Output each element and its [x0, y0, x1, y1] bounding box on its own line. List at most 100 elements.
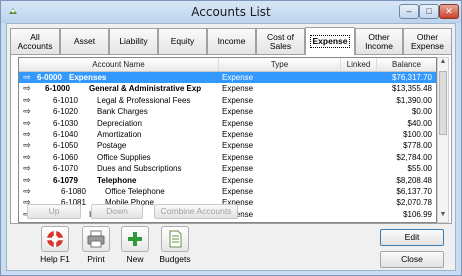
account-type: Expense	[222, 84, 254, 94]
tab-other-income[interactable]: Other Income	[355, 28, 403, 54]
down-button[interactable]: Down	[91, 204, 143, 219]
tab-asset[interactable]: Asset	[60, 28, 109, 54]
account-number: 6-1080	[61, 187, 86, 196]
account-balance: $6,137.70	[396, 187, 432, 196]
list-item[interactable]: ⇨ 6-1040 Amortization Expense $100.00	[19, 129, 436, 140]
account-balance: $778.00	[403, 141, 432, 151]
zoom-arrow-icon[interactable]: ⇨	[22, 95, 32, 106]
zoom-arrow-icon[interactable]: ⇨	[22, 186, 32, 197]
account-label: Postage	[97, 141, 127, 151]
zoom-arrow-icon[interactable]: ⇨	[22, 83, 32, 94]
account-balance: $100.00	[403, 130, 432, 139]
tab-equity[interactable]: Equity	[158, 28, 207, 54]
tab-liability[interactable]: Liability	[109, 28, 158, 54]
account-name: 6-1040 Amortization	[53, 129, 141, 140]
account-label: Telephone	[97, 175, 137, 185]
list-item[interactable]: ⇨ 6-1080 Office Telephone Expense $6,137.70	[19, 186, 436, 197]
list-item[interactable]: ⇨ 6-1010 Legal & Professional Fees Expense $…	[19, 95, 436, 106]
account-type: Expense	[222, 141, 254, 151]
edit-button[interactable]: Edit	[380, 229, 444, 246]
print-button[interactable]	[82, 226, 110, 252]
budgets-label: Budgets	[159, 254, 191, 264]
account-type: Expense	[222, 187, 254, 196]
account-balance: $8,208.48	[396, 175, 432, 185]
up-button[interactable]: Up	[27, 204, 81, 219]
column-balance[interactable]: Balance	[377, 58, 436, 71]
list-item[interactable]: ⇨ 6-1000 General & Administrative Exp Expen…	[19, 83, 436, 94]
budgets-button[interactable]	[161, 226, 189, 252]
account-type: Expense	[222, 107, 254, 117]
list-item[interactable]: ⇨ 6-1070 Dues and Subscriptions Expense $55.…	[19, 163, 436, 174]
accounts-list[interactable]: Account Name Type Linked Balance ⇨ 6-0000…	[18, 57, 437, 223]
account-number: 6-1060	[53, 152, 78, 162]
zoom-arrow-icon[interactable]: ⇨	[22, 175, 32, 186]
zoom-arrow-icon[interactable]: ⇨	[22, 129, 32, 140]
account-balance: $13,355.48	[391, 84, 432, 94]
help-button[interactable]	[41, 226, 69, 252]
account-label: Legal & Professional Fees	[97, 95, 191, 105]
account-type: Expense	[222, 175, 254, 185]
tab-cost-of-sales[interactable]: Cost of Sales	[256, 28, 305, 54]
list-item[interactable]: ⇨ 6-1079 Telephone Expense $8,208.48	[19, 175, 436, 186]
list-header: Account Name Type Linked Balance	[19, 58, 436, 72]
vertical-scrollbar[interactable]: ▲ ▼	[437, 57, 449, 223]
account-balance: $40.00	[407, 118, 432, 128]
tab-income[interactable]: Income	[207, 28, 256, 54]
account-number: 6-1070	[53, 164, 78, 174]
zoom-arrow-icon[interactable]: ⇨	[22, 118, 32, 129]
zoom-arrow-icon[interactable]: ⇨	[22, 152, 32, 163]
account-balance: $2,784.00	[396, 152, 432, 162]
zoom-arrow-icon[interactable]: ⇨	[22, 72, 32, 83]
account-balance: $106.99	[403, 209, 432, 219]
zoom-arrow-icon[interactable]: ⇨	[22, 163, 32, 174]
account-label: General & Administrative Exp	[89, 84, 202, 94]
zoom-arrow-icon[interactable]: ⇨	[22, 106, 32, 117]
account-number: 6-1000	[45, 84, 70, 94]
plus-icon	[128, 232, 142, 246]
account-number: 6-1030	[53, 118, 78, 128]
combine-accounts-button[interactable]: Combine Accounts	[154, 204, 238, 219]
account-name: 6-1030 Depreciation	[53, 118, 142, 129]
account-type: Expense	[222, 95, 254, 105]
scroll-up-arrow-icon[interactable]: ▲	[438, 58, 448, 69]
scroll-thumb[interactable]	[439, 71, 447, 135]
account-number: 6-0000	[37, 73, 62, 82]
account-label: Office Telephone	[105, 187, 165, 196]
tab-expense[interactable]: Expense	[305, 27, 355, 55]
new-button[interactable]	[121, 226, 149, 252]
list-item[interactable]: ⇨ 6-1030 Depreciation Expense $40.00	[19, 118, 436, 129]
account-name: 6-0000 Expenses	[37, 72, 106, 83]
list-item[interactable]: ⇨ 6-1060 Office Supplies Expense $2,784.00	[19, 152, 436, 163]
window-title: Accounts List	[191, 5, 271, 19]
list-item[interactable]: ⇨ 6-1050 Postage Expense $778.00	[19, 140, 436, 151]
account-number: 6-1050	[53, 141, 78, 151]
account-name: 6-1020 Bank Charges	[53, 106, 148, 117]
account-name: 6-1050 Postage	[53, 140, 126, 151]
account-name: 6-1060 Office Supplies	[53, 152, 151, 163]
account-label: Amortization	[97, 130, 142, 139]
column-linked[interactable]: Linked	[341, 58, 377, 71]
printer-icon	[87, 230, 105, 248]
maximize-button[interactable]: □	[419, 4, 439, 19]
account-type: Expense	[222, 152, 254, 162]
account-label: Dues and Subscriptions	[97, 164, 182, 174]
zoom-arrow-icon[interactable]: ⇨	[22, 140, 32, 151]
close-window-button[interactable]: ✕	[439, 4, 459, 19]
account-label: Office Supplies	[97, 152, 151, 162]
account-type: Expense	[222, 130, 254, 139]
account-name: 6-1070 Dues and Subscriptions	[53, 163, 182, 174]
column-account-name[interactable]: Account Name	[19, 58, 219, 71]
accounts-list-window: Accounts List – □ ✕ All Accounts Asset Li…	[0, 0, 462, 276]
list-item[interactable]: ⇨ 6-1020 Bank Charges Expense $0.00	[19, 106, 436, 117]
account-number: 6-1079	[53, 175, 78, 185]
tab-all-accounts[interactable]: All Accounts	[10, 28, 60, 54]
title-bar[interactable]: Accounts List – □ ✕	[1, 1, 461, 23]
scroll-down-arrow-icon[interactable]: ▼	[438, 211, 448, 222]
account-name: 6-1080 Office Telephone	[61, 186, 165, 197]
tab-other-expense[interactable]: Other Expense	[403, 28, 452, 54]
account-balance: $76,317.70	[391, 73, 432, 82]
close-button[interactable]: Close	[380, 251, 444, 268]
list-item[interactable]: ⇨ 6-0000 Expenses Expense $76,317.70	[19, 72, 436, 83]
minimize-button[interactable]: –	[399, 4, 419, 19]
column-type[interactable]: Type	[219, 58, 341, 71]
